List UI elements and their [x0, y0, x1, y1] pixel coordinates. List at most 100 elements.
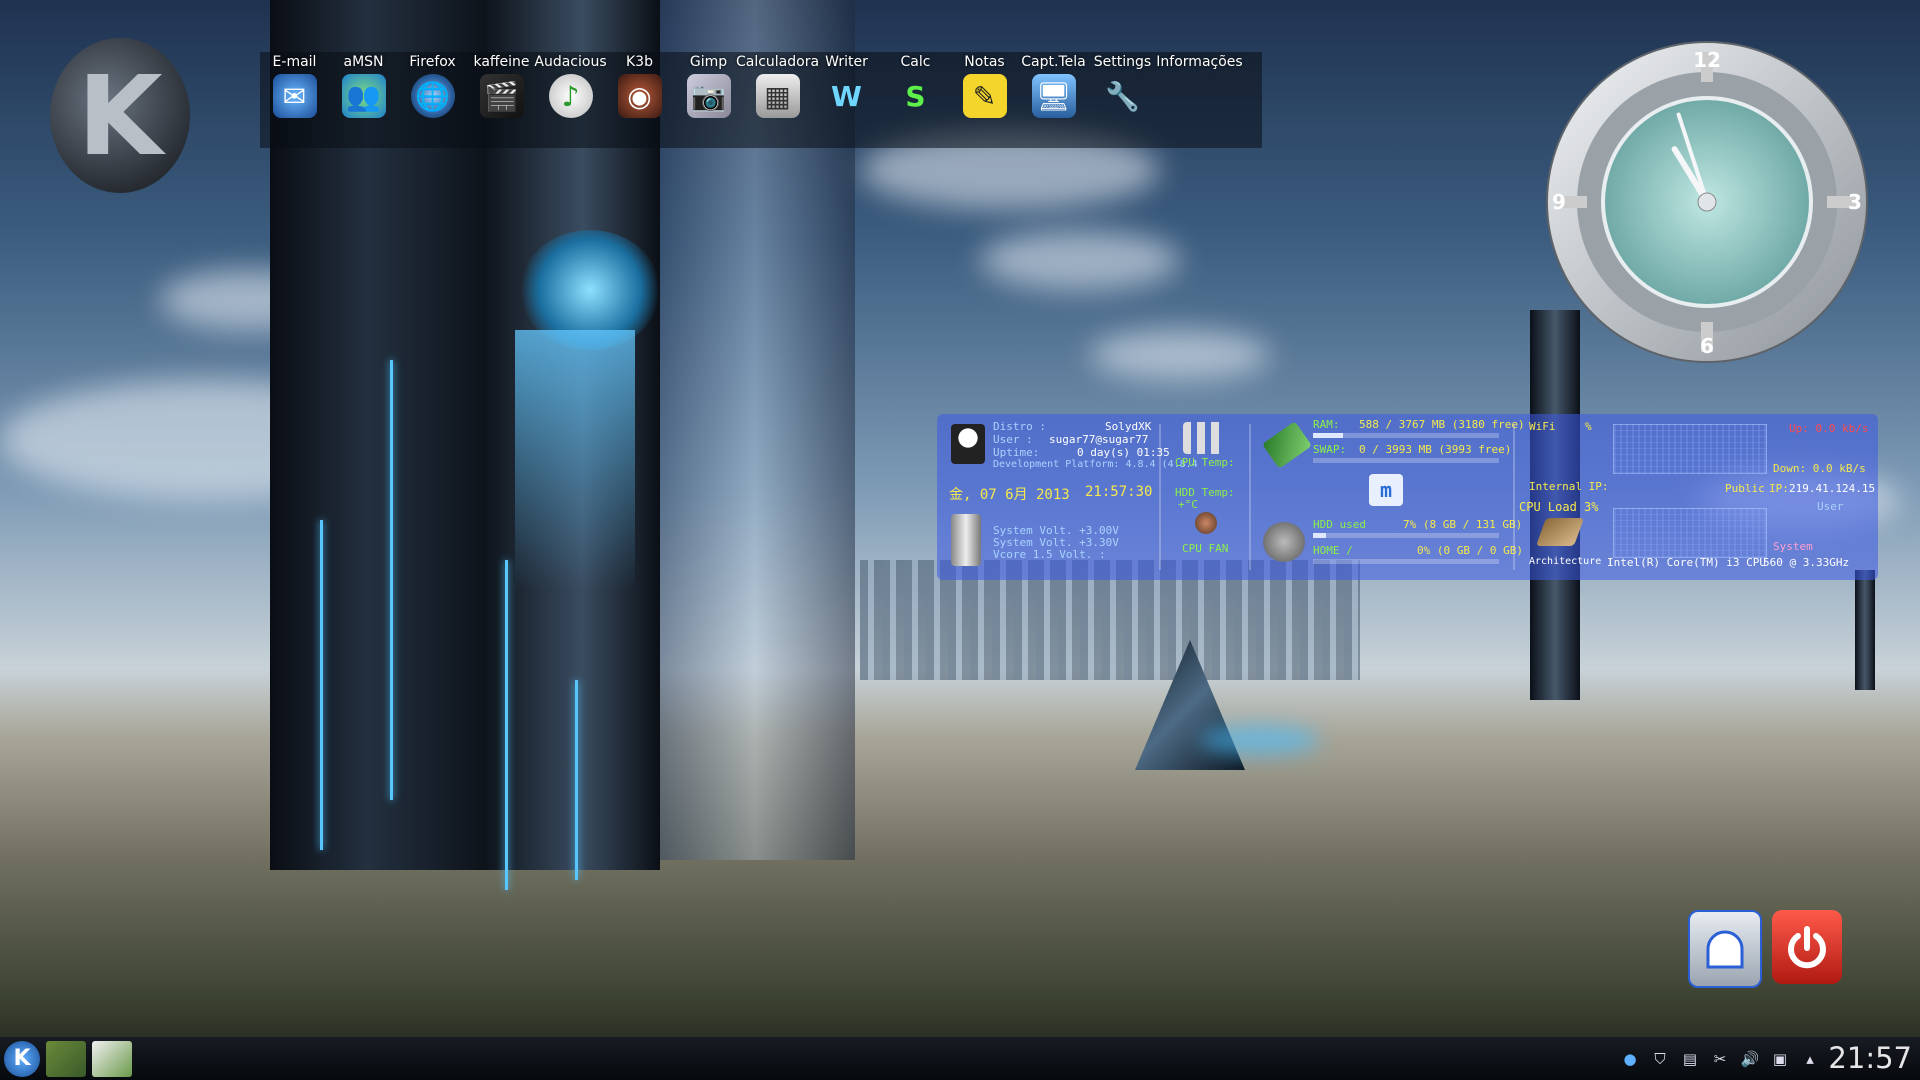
launcher-notas[interactable]: Notas ✎	[950, 52, 1019, 148]
cpu-graph	[1613, 508, 1767, 558]
vcore: Vcore 1.5 Volt. :	[993, 548, 1106, 561]
lock-icon	[1706, 930, 1744, 969]
launcher-capt-tela[interactable]: Capt.Tela 🖥	[1019, 52, 1088, 148]
launcher-label: Calc	[900, 54, 931, 70]
wifi-percent: %	[1585, 420, 1592, 433]
kaffeine-icon: 🎬	[479, 74, 524, 118]
divider	[1249, 424, 1251, 570]
ram-value: 588 / 3767 MB (3180 free)	[1359, 418, 1525, 431]
launcher-label: Settings	[1093, 54, 1152, 70]
system-monitor-widget: Distro : SolydXK User : sugar77@sugar77 …	[937, 414, 1878, 580]
email-icon: ✉	[272, 74, 317, 118]
launcher-label: Notas	[964, 54, 1005, 70]
launcher-label: Calculadora	[735, 54, 820, 70]
home-value: 0% (0 GB / 0 GB)	[1417, 544, 1523, 557]
launcher-calculadora[interactable]: Calculadora ▦	[736, 52, 819, 148]
cpu-fan-label: CPU FAN	[1182, 542, 1229, 555]
launcher-label: Capt.Tela	[1021, 54, 1086, 70]
launcher-label: Writer	[825, 54, 868, 70]
launcher-label: Audacious	[534, 54, 607, 70]
calculator-icon: ▦	[755, 74, 800, 118]
taskbar-app-1[interactable]	[46, 1040, 86, 1077]
info-icon	[1178, 74, 1222, 118]
amsn-icon: 👥	[341, 74, 386, 118]
time-text: 21:57:30	[1085, 484, 1153, 500]
hdd-used-label: HDD used	[1313, 518, 1366, 531]
cpu-temp-label: CPU Temp:	[1175, 456, 1235, 469]
launcher-k3b[interactable]: K3b ◉	[605, 52, 674, 148]
launcher-kaffeine[interactable]: kaffeine 🎬	[467, 52, 536, 148]
user-graph-label: User	[1817, 500, 1844, 513]
launcher-audacious[interactable]: Audacious ♪	[534, 52, 607, 148]
launcher-label: Gimp	[689, 54, 728, 70]
taskbar-clock[interactable]: 21:57	[1828, 1041, 1912, 1075]
launcher-label: aMSN	[343, 54, 384, 70]
calc-icon: S	[905, 79, 926, 113]
ram-label: RAM:	[1313, 418, 1340, 431]
wifi-label: WiFi	[1529, 420, 1556, 433]
launcher-firefox[interactable]: Firefox 🌐	[398, 52, 467, 148]
shield-icon[interactable]: ⛉	[1650, 1049, 1670, 1069]
swap-label: SWAP:	[1313, 443, 1347, 456]
swap-bar	[1313, 458, 1499, 463]
clock-numeral-9: 9	[1552, 190, 1566, 214]
scissors-icon[interactable]: ✂	[1710, 1049, 1730, 1069]
cpu-model-speed: 560 @ 3.33GHz	[1763, 556, 1850, 569]
thermometer-icon	[1183, 422, 1225, 454]
launcher-label: Informações	[1156, 54, 1243, 70]
architecture-label: Architecture :	[1529, 556, 1614, 567]
firefox-icon: 🌐	[410, 74, 455, 118]
launcher-informacoes[interactable]: Informações	[1156, 52, 1243, 148]
clock-numeral-3: 3	[1848, 190, 1862, 214]
notes-icon: ✎	[962, 74, 1007, 118]
printer-icon[interactable]: ▤	[1680, 1049, 1700, 1069]
home-label: HOME /	[1313, 544, 1353, 557]
upload-speed: Up: 0.0 kb/s	[1789, 422, 1869, 435]
launcher-label: K3b	[626, 54, 653, 70]
launcher-amsn[interactable]: aMSN 👥	[329, 52, 398, 148]
internal-ip-label: Internal IP:	[1529, 480, 1609, 493]
divider	[1159, 424, 1161, 570]
taskbar: K ● ⛉ ▤ ✂ 🔊 ▣ ▴ 21:57	[0, 1037, 1920, 1080]
kickoff-menu-button[interactable]: K	[4, 1040, 40, 1077]
ram-bar	[1313, 433, 1499, 438]
dev-platform: Development Platform: 4.8.4 (4.8.4	[993, 459, 1198, 470]
distro-value: SolydXK	[1105, 420, 1152, 433]
hdd-temp-value: +°C	[1178, 498, 1198, 511]
computer-case-icon	[951, 514, 981, 566]
tray-expand-icon[interactable]: ▴	[1800, 1049, 1820, 1069]
linux-mint-logo-icon: m	[1369, 474, 1403, 506]
launcher-writer[interactable]: Writer W	[812, 52, 881, 148]
download-speed: Down: 0.0 kB/s	[1773, 462, 1866, 475]
taskbar-app-2[interactable]	[92, 1040, 132, 1077]
launcher-settings[interactable]: Settings 🔧	[1088, 52, 1157, 148]
public-label: Public	[1725, 482, 1765, 495]
writer-icon: W	[831, 79, 862, 113]
volume-icon[interactable]: 🔊	[1740, 1049, 1760, 1069]
logout-button[interactable]	[1772, 910, 1842, 984]
home-bar	[1313, 559, 1499, 564]
launcher-email[interactable]: E-mail ✉	[260, 52, 329, 148]
battery-icon[interactable]: ▣	[1770, 1049, 1790, 1069]
system-tray: ● ⛉ ▤ ✂ 🔊 ▣ ▴	[1620, 1037, 1820, 1080]
network-globe-icon[interactable]: ●	[1620, 1049, 1640, 1069]
k3b-icon: ◉	[617, 74, 662, 118]
launcher-label: E-mail	[272, 54, 317, 70]
screenshot-icon: 🖥	[1031, 74, 1076, 118]
cpu-load: CPU Load 3%	[1519, 500, 1599, 514]
uptime-value: 0 day(s) 01:35	[1077, 446, 1170, 459]
public-ip: 219.41.124.15	[1789, 482, 1876, 495]
user-label: User :	[993, 433, 1033, 446]
hdd-used-value: 7% (8 GB / 131 GB)	[1403, 518, 1523, 531]
launcher-calc[interactable]: Calc S	[881, 52, 950, 148]
ram-module-icon	[1262, 421, 1312, 469]
launcher-gimp[interactable]: Gimp 📷	[674, 52, 743, 148]
lock-screen-button[interactable]	[1688, 910, 1762, 988]
settings-icon: 🔧	[1105, 79, 1140, 113]
date-text: 金, 07 6月 2013	[949, 487, 1070, 503]
system-graph-label: System	[1773, 540, 1813, 553]
clock-numeral-6: 6	[1700, 334, 1714, 358]
launcher-label: kaffeine	[473, 54, 530, 70]
app-launcher-bar: E-mail ✉ aMSN 👥 Firefox 🌐 kaffeine 🎬 Aud…	[260, 52, 1262, 148]
distro-label: Distro :	[993, 420, 1046, 433]
